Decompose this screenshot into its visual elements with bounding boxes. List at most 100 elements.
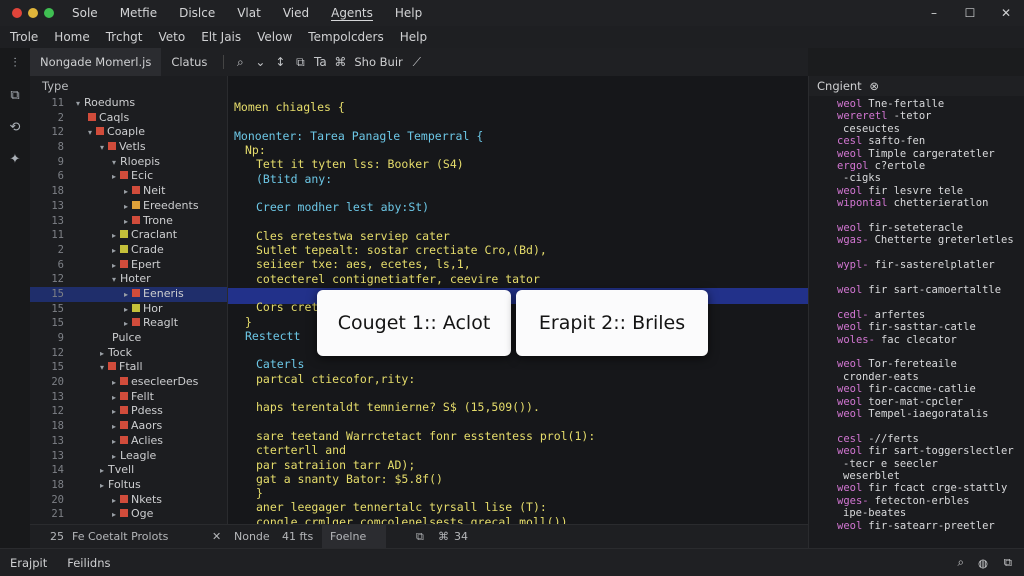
chevron-right-icon[interactable]: ▸ — [112, 378, 116, 387]
status-erajpit[interactable]: Erajpit — [10, 556, 47, 570]
outline-line[interactable]: wges-fetecton-erbles — [837, 495, 969, 507]
tree-row[interactable]: 6 ▸ Epert — [30, 258, 227, 273]
menu2-item-veto[interactable]: Veto — [159, 30, 186, 44]
close-icon[interactable]: ✕ — [988, 0, 1024, 26]
right-panel-header-icon[interactable]: ⊗ — [869, 79, 879, 93]
tree-row[interactable]: 13 ▸ Leagle — [30, 449, 227, 464]
tree-row[interactable]: 13 ▸ Trone — [30, 214, 227, 229]
outline-line[interactable]: wereretl -tetor — [837, 110, 932, 122]
menu2-item-elt-jais[interactable]: Elt Jais — [201, 30, 241, 44]
copy-icon[interactable]: ⧉ — [1004, 555, 1012, 570]
popup-erapit[interactable]: Erapit 2:: Briles — [516, 290, 708, 356]
tree-row[interactable]: 12 ▾ Hoter — [30, 272, 227, 287]
tree-row-selected[interactable]: 15 ▸ Eeneris — [30, 286, 227, 302]
encoding-dropdown[interactable]: Foelne ▾ — [322, 525, 386, 566]
tree-row[interactable]: 18 ▸ Foltus — [30, 478, 227, 493]
close-icon[interactable]: ✕ — [212, 530, 221, 543]
outline-line[interactable]: weol Tne-fertalle — [837, 98, 944, 110]
chevron-right-icon[interactable]: ▸ — [124, 187, 128, 196]
minimize-window-dot[interactable] — [28, 8, 38, 18]
chevron-down-icon[interactable]: ▾ — [112, 158, 116, 167]
outline-line[interactable]: ceseuctes — [837, 123, 900, 135]
menu-item-sole[interactable]: Sole — [72, 6, 98, 21]
outline-line[interactable]: cesl safto-fen — [837, 135, 925, 147]
outline-line[interactable]: ipe-beates — [837, 507, 906, 519]
outline-line[interactable]: -tecr e seecler — [837, 458, 938, 470]
tree-row[interactable]: 12 ▸ Tock — [30, 346, 227, 361]
chevron-right-icon[interactable]: ▸ — [112, 261, 116, 270]
tree-row[interactable]: 18 ▸ Neit — [30, 184, 227, 199]
outline-line[interactable]: -cigks — [837, 172, 881, 184]
bottom-mode[interactable]: Nonde — [234, 530, 270, 543]
menu-item-metfie[interactable]: Metfie — [120, 6, 157, 21]
tree-row[interactable]: 13 ▸ Ereedents — [30, 199, 227, 214]
outline-line[interactable]: weol toer-mat-cpcler — [837, 396, 963, 408]
outline-line[interactable]: weserblet — [837, 470, 900, 482]
tree-row[interactable]: 8 ▾ Vetls — [30, 140, 227, 155]
sho-buir-label[interactable]: Sho Buir — [350, 48, 406, 76]
tree-row[interactable]: 15 ▸ Reaglt — [30, 316, 227, 331]
outline-line[interactable]: wipontal chetterieratlon — [837, 197, 988, 209]
chevron-right-icon[interactable]: ▸ — [112, 172, 116, 181]
chevron-right-icon[interactable]: ▸ — [112, 407, 116, 416]
menu2-item-trchgt[interactable]: Trchgt — [106, 30, 143, 44]
chevron-down-icon[interactable]: ▾ — [76, 99, 80, 108]
tree-row[interactable]: 12 ▸ Pdess — [30, 404, 227, 419]
maximize-icon[interactable]: ☐ — [952, 0, 988, 26]
menu-item-vlat[interactable]: Vlat — [237, 6, 261, 21]
outline-line[interactable]: weol fir-satearr-preetler — [837, 520, 995, 532]
chevron-right-icon[interactable]: ▸ — [124, 305, 128, 314]
tree-row[interactable]: 9 Pulce — [30, 331, 227, 346]
chevron-right-icon[interactable]: ▸ — [112, 452, 116, 461]
chevron-right-icon[interactable]: ▸ — [112, 422, 116, 431]
outline-line[interactable]: weol Timple cargeratetler — [837, 148, 995, 160]
close-window-dot[interactable] — [12, 8, 22, 18]
tree-row[interactable]: 21 ▸ Oge — [30, 507, 227, 522]
outline-line[interactable]: weol fir fcact crge-stattly — [837, 482, 1007, 494]
copy-icon[interactable]: ⧉ — [0, 80, 30, 112]
sort-icon[interactable]: ↕ — [270, 48, 290, 76]
outline-line[interactable]: woles-fac clecator — [837, 334, 957, 346]
chevron-down-icon[interactable]: ▾ — [100, 363, 104, 372]
tab-clatus[interactable]: Clatus — [161, 48, 217, 76]
outline-line[interactable]: weol fir-sasttar-catle — [837, 321, 976, 333]
menu-item-dislce[interactable]: Dislce — [179, 6, 215, 21]
chevron-right-icon[interactable]: ▸ — [124, 217, 128, 226]
status-feilidns[interactable]: Feilidns — [67, 556, 110, 570]
command-icon[interactable]: ⌘ — [438, 530, 449, 543]
tree-row[interactable]: 11 ▸ Craclant — [30, 228, 227, 243]
chevron-right-icon[interactable]: ▸ — [112, 496, 116, 505]
outline-line[interactable]: weol fir lesvre tele — [837, 185, 963, 197]
tree-row[interactable]: 2 Caqls — [30, 111, 227, 126]
tree-row[interactable]: 15 ▸ Hor — [30, 302, 227, 317]
outline-line[interactable] — [837, 210, 843, 222]
extensions-icon[interactable]: ✦ — [0, 144, 30, 176]
tree-row[interactable]: 12 ▾ Coaple — [30, 125, 227, 140]
globe-icon[interactable]: ◍ — [978, 556, 988, 570]
tree-row[interactable]: 13 ▸ Aclies — [30, 434, 227, 449]
outline-line[interactable]: weol Tor-fereteaile — [837, 358, 957, 370]
chevron-right-icon[interactable]: ▸ — [124, 319, 128, 328]
chevron-right-icon[interactable]: ▸ — [100, 349, 104, 358]
outline-line[interactable] — [837, 346, 843, 358]
zoom-window-dot[interactable] — [44, 8, 54, 18]
menu-item-agents[interactable]: Agents — [331, 6, 373, 21]
tab-active-file[interactable]: Nongade Momerl.js — [30, 48, 162, 76]
edit-icon[interactable]: ⟋ — [407, 48, 427, 76]
bottom-panel-label[interactable]: Fe Coetalt Prolots — [72, 530, 168, 543]
tree-row[interactable]: 2 ▸ Crade — [30, 243, 227, 258]
command-icon[interactable]: ⌘ — [330, 48, 350, 76]
tree-row[interactable]: 9 ▾ Rloepis — [30, 155, 227, 170]
menu2-item-home[interactable]: Home — [54, 30, 89, 44]
menu-item-vied[interactable]: Vied — [283, 6, 309, 21]
tree-row[interactable]: 15 ▾ Ftall — [30, 360, 227, 375]
explorer-icon[interactable]: ⫶ — [0, 48, 30, 80]
outline-line[interactable]: wgas- Chetterte greterletles — [837, 234, 1014, 246]
search-icon[interactable]: ⌕ — [230, 48, 250, 76]
chevron-right-icon[interactable]: ▸ — [124, 290, 128, 299]
outline-line[interactable]: cedl-arfertes — [837, 309, 925, 321]
outline-line[interactable]: weol fir-seteteracle — [837, 222, 963, 234]
outline-line[interactable]: wypl-fir-sasterelplatler — [837, 259, 995, 271]
minimize-icon[interactable]: – — [916, 0, 952, 26]
chevron-right-icon[interactable]: ▸ — [124, 202, 128, 211]
